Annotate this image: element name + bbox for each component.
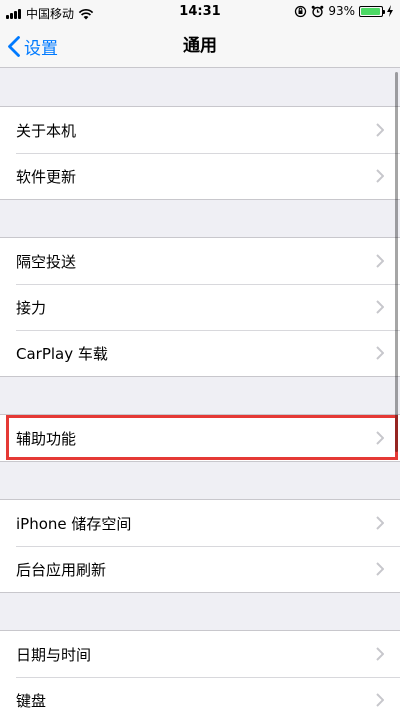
settings-group-storage: iPhone 储存空间 后台应用刷新: [0, 499, 400, 593]
list-item-label: 隔空投送: [16, 252, 77, 271]
settings-group-sharing: 隔空投送 接力 CarPlay 车载: [0, 237, 400, 377]
settings-group-accessibility: 辅助功能: [0, 414, 400, 462]
chevron-right-icon: [376, 647, 384, 661]
battery-fill: [361, 7, 380, 15]
list-item-label: 后台应用刷新: [16, 560, 107, 579]
list-item-background-refresh[interactable]: 后台应用刷新: [0, 546, 400, 592]
chevron-right-icon: [376, 346, 384, 360]
charging-bolt-icon: [387, 5, 393, 17]
chevron-right-icon: [376, 431, 384, 445]
list-item-label: 日期与时间: [16, 645, 92, 664]
chevron-right-icon: [376, 254, 384, 268]
list-item-label: iPhone 储存空间: [16, 514, 132, 533]
list-item-date-time[interactable]: 日期与时间: [0, 631, 400, 677]
list-item-label: 键盘: [16, 691, 47, 710]
list-item-label: CarPlay 车载: [16, 344, 108, 363]
chevron-right-icon: [376, 123, 384, 137]
list-item-airdrop[interactable]: 隔空投送: [0, 238, 400, 284]
list-item-about[interactable]: 关于本机: [0, 107, 400, 153]
settings-group-about: 关于本机 软件更新: [0, 106, 400, 200]
chevron-right-icon: [376, 169, 384, 183]
status-bar: 中国移动 14:31 93%: [0, 0, 400, 24]
list-item-label: 软件更新: [16, 167, 77, 186]
alarm-icon: [312, 5, 324, 17]
nav-bar: 设置 通用: [0, 24, 400, 68]
battery-percent: 93%: [328, 4, 355, 18]
list-item-accessibility[interactable]: 辅助功能: [0, 415, 400, 461]
orientation-lock-icon: [295, 5, 307, 17]
list-item-software-update[interactable]: 软件更新: [0, 153, 400, 199]
settings-group-date-keyboard: 日期与时间 键盘: [0, 630, 400, 711]
list-item-label: 接力: [16, 298, 47, 317]
status-right: 93%: [294, 4, 394, 18]
list-item-iphone-storage[interactable]: iPhone 储存空间: [0, 500, 400, 546]
list-item-carplay[interactable]: CarPlay 车载: [0, 330, 400, 376]
list-item-handoff[interactable]: 接力: [0, 284, 400, 330]
chevron-right-icon: [376, 562, 384, 576]
battery-icon: [359, 5, 385, 17]
chevron-right-icon: [376, 300, 384, 314]
scroll-indicator: [395, 72, 398, 452]
list-item-label: 关于本机: [16, 121, 77, 140]
list-item-keyboard[interactable]: 键盘: [0, 677, 400, 711]
chevron-right-icon: [376, 693, 384, 707]
chevron-right-icon: [376, 516, 384, 530]
page-title: 通用: [183, 36, 217, 56]
list-item-label: 辅助功能: [16, 429, 77, 448]
